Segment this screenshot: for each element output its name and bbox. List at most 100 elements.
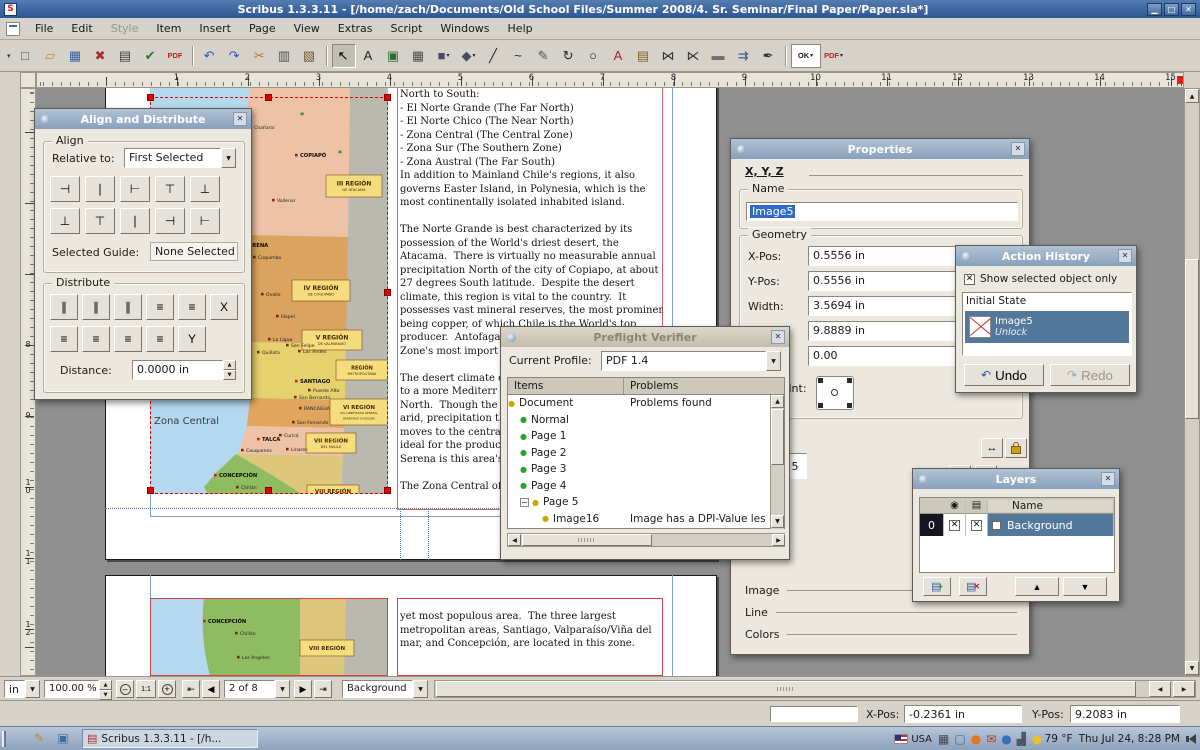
undo-button[interactable]: ↶ Undo — [964, 364, 1044, 386]
close-icon[interactable]: ✕ — [1011, 142, 1025, 156]
insert-shape-tool[interactable]: ■▾ — [432, 44, 456, 68]
close-icon[interactable]: ✕ — [771, 330, 785, 344]
menu-script[interactable]: Script — [382, 19, 432, 38]
distribute-equal-h-button[interactable]: ≡ — [82, 326, 110, 352]
minimize-icon[interactable]: ▁ — [1147, 3, 1162, 16]
unit-dropdown[interactable]: in ▼ — [4, 680, 40, 698]
menu-extras[interactable]: Extras — [329, 19, 382, 38]
text-column[interactable]: yet most populous area. The three larges… — [400, 610, 663, 651]
weather-applet[interactable]: ● 79 °F — [1032, 733, 1073, 746]
menu-item[interactable]: Item — [147, 19, 190, 38]
layer-row[interactable]: 0 ✕ ✕ Background — [920, 514, 1114, 536]
save-button[interactable]: ▦ — [64, 44, 88, 68]
clock[interactable]: Thu Jul 24, 8:28 PM — [1079, 733, 1180, 745]
scrollbar-thumb[interactable] — [1185, 259, 1199, 419]
layer-visible-checkbox[interactable]: ✕ — [949, 520, 960, 531]
align-bottoms-button[interactable]: ⊥ — [190, 176, 220, 202]
distribute-tops-button[interactable]: ≡ — [146, 294, 174, 320]
scrollbar-thumb[interactable] — [436, 681, 1136, 697]
copy-button[interactable]: ▥ — [273, 44, 297, 68]
scroll-left-icon[interactable]: ◀ — [1149, 681, 1171, 697]
zoom-out-button[interactable]: – — [116, 680, 134, 698]
scrollbar-thumb[interactable] — [522, 534, 652, 546]
measurements-tool[interactable]: ▬ — [707, 44, 731, 68]
link-text-frames-tool[interactable]: ⋈ — [657, 44, 681, 68]
horizontal-scrollbar[interactable]: ◀ ▶ — [434, 680, 1196, 698]
selection-handle[interactable] — [384, 94, 391, 101]
list-item-selected[interactable]: Image5 Unlock — [965, 311, 1129, 343]
image-frame[interactable] — [150, 598, 388, 676]
tree-row[interactable]: ● Image16 Image has a DPI-Value les — [508, 511, 770, 528]
vertical-scrollbar[interactable]: ▲ ▼ — [1184, 88, 1200, 676]
unlink-text-frames-tool[interactable]: ⋉ — [682, 44, 706, 68]
last-page-button[interactable]: ⇥ — [314, 680, 332, 698]
previous-page-button[interactable]: ◀ — [202, 680, 220, 698]
distribute-centers-h-button[interactable]: ∥ — [82, 294, 110, 320]
spinner-arrows-icon[interactable]: ▲▼ — [223, 360, 236, 380]
chevron-down-icon[interactable]: ▼ — [413, 680, 428, 698]
pdf-push-button-tool[interactable]: OK▾ — [791, 44, 821, 68]
scroll-left-icon[interactable]: ◀ — [508, 534, 521, 546]
rotate-item-tool[interactable]: ↻ — [557, 44, 581, 68]
table-vscrollbar[interactable]: ▲ ▼ — [770, 395, 784, 529]
page-number-dropdown[interactable]: 2 of 8 ▼ — [224, 680, 290, 698]
network-monitor-icon[interactable]: ▟ — [1017, 733, 1026, 745]
maximize-icon[interactable]: □ — [1164, 3, 1179, 16]
menu-file[interactable]: File — [26, 19, 62, 38]
flip-horizontal-button[interactable]: ↔ — [981, 438, 1003, 458]
align-left-sides-button[interactable]: ⊣ — [50, 176, 80, 202]
tree-row[interactable]: ● Document Problems found — [508, 395, 770, 412]
distribute-centers-v-button[interactable]: ≡ — [50, 326, 78, 352]
mail-notifier-icon[interactable]: ✉ — [986, 733, 996, 745]
lower-layer-button[interactable]: ▼ — [1063, 577, 1107, 596]
menu-page[interactable]: Page — [240, 19, 285, 38]
close-icon[interactable]: ✕ — [1181, 3, 1196, 16]
next-page-button[interactable]: ▶ — [294, 680, 312, 698]
document-window-icon[interactable] — [6, 22, 20, 36]
scrollbar-thumb[interactable] — [771, 409, 784, 465]
layer-print-checkbox[interactable]: ✕ — [971, 520, 982, 531]
raise-layer-button[interactable]: ▲ — [1015, 577, 1059, 596]
show-selected-checkbox[interactable]: ✕ — [964, 274, 975, 285]
align-right-sides-button[interactable]: ⊢ — [120, 176, 150, 202]
title-bar[interactable]: S Scribus 1.3.3.11 - [/home/zach/Documen… — [0, 0, 1200, 18]
messenger-icon[interactable]: ● — [1001, 733, 1011, 745]
chevron-down-icon[interactable]: ▼ — [275, 680, 290, 698]
first-page-button[interactable]: ⇤ — [182, 680, 200, 698]
story-editor-tool[interactable]: ▤ — [632, 44, 656, 68]
close-icon[interactable]: ✕ — [1118, 249, 1132, 263]
distribute-left-sides-button[interactable]: ∥ — [50, 294, 78, 320]
scroll-down-icon[interactable]: ▼ — [771, 515, 784, 528]
zoom-spinner[interactable]: 100.00 % ▲▼ — [44, 680, 112, 698]
spinner-arrows-icon[interactable]: ▲▼ — [99, 680, 112, 698]
delete-layer-button[interactable]: ▤✕ — [959, 577, 987, 596]
layers-table[interactable]: ◉ ▤ Name 0 ✕ ✕ Background — [919, 497, 1115, 573]
zoom-tool[interactable]: ○ — [582, 44, 606, 68]
distribute-margins-button[interactable]: ≡ — [146, 326, 174, 352]
basepoint-widget[interactable] — [816, 376, 854, 410]
preflight-verifier-button[interactable]: ✔ — [139, 44, 163, 68]
notes-applet-icon[interactable]: ✎ — [30, 729, 48, 747]
properties-tab[interactable]: Line — [745, 601, 1017, 623]
distribute-right-sides-button[interactable]: ∥ — [114, 294, 142, 320]
close-button[interactable]: ✖ — [89, 44, 113, 68]
insert-bezier-curve-tool[interactable]: ~ — [507, 44, 531, 68]
tree-row[interactable]: ● Page 1 — [508, 428, 770, 445]
dialog-title-bar[interactable]: Align and Distribute ✕ — [35, 109, 251, 129]
tree-row[interactable]: − ● Page 5 — [508, 494, 770, 511]
tree-row[interactable]: ● Normal — [508, 412, 770, 429]
properties-tab[interactable]: Colors — [745, 623, 1017, 645]
cut-button[interactable]: ✂ — [248, 44, 272, 68]
history-list[interactable]: Initial State Image5 Unlock — [962, 292, 1132, 356]
redo-button[interactable]: ↷ Redo — [1050, 364, 1130, 386]
tree-row[interactable]: ● Page 2 — [508, 445, 770, 462]
open-document-button[interactable]: ▱ — [39, 44, 63, 68]
redo-button[interactable]: ↷ — [223, 44, 247, 68]
insert-image-frame-tool[interactable]: ▣ — [382, 44, 406, 68]
align-centers-horizontal-button[interactable]: ∣ — [120, 208, 150, 234]
selection-handle[interactable] — [147, 94, 154, 101]
export-pdf-button[interactable]: PDF — [164, 44, 188, 68]
chevron-down-icon[interactable]: ▼ — [25, 680, 40, 698]
table-hscrollbar[interactable]: ◀ ▶ — [507, 533, 785, 547]
list-item[interactable]: Initial State — [966, 295, 1026, 307]
